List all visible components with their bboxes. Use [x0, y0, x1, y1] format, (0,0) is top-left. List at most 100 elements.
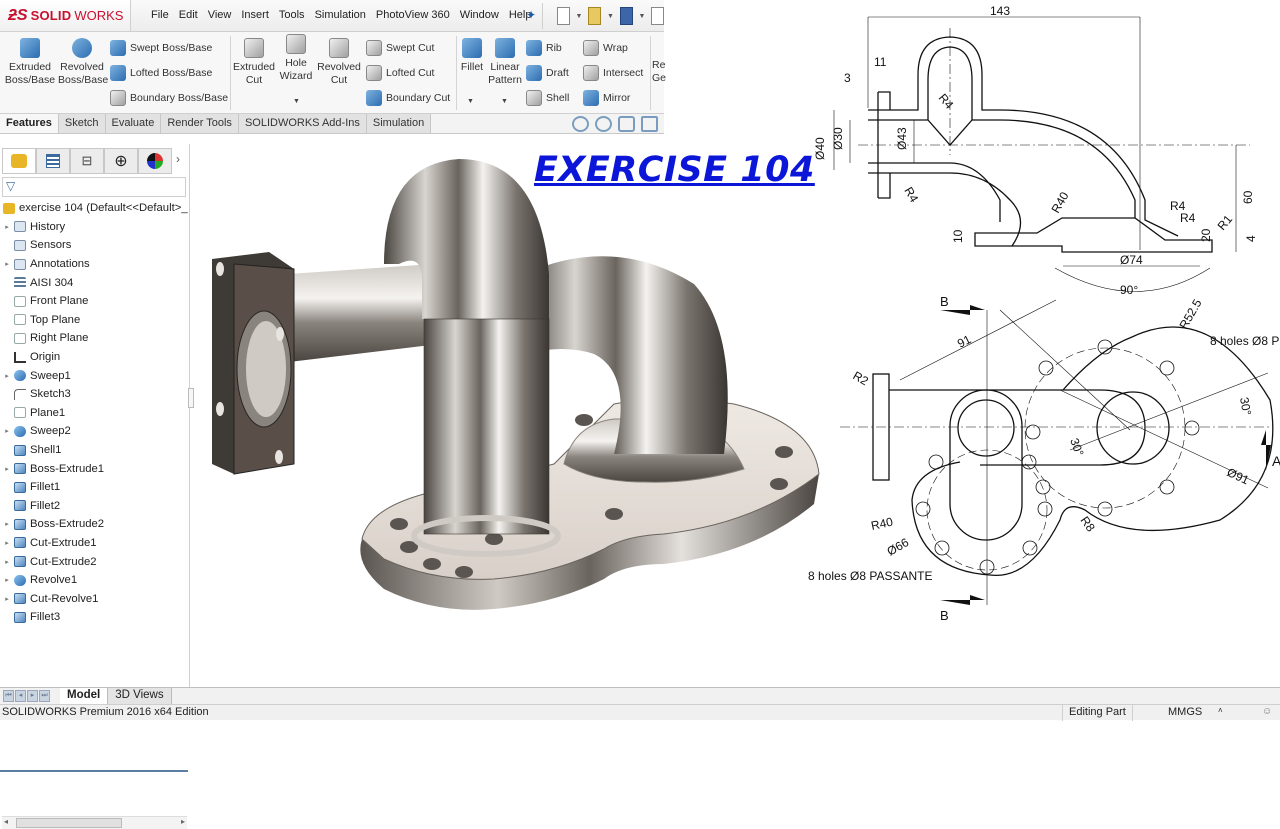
- tree-node-right-plane[interactable]: Right Plane: [0, 329, 188, 348]
- tree-node-history[interactable]: ▸ History: [0, 218, 188, 237]
- tree-node-cut-extrude1[interactable]: ▸ Cut-Extrude1: [0, 534, 188, 553]
- tree-node-annotations[interactable]: ▸ Annotations: [0, 255, 188, 274]
- lofted-cut-button[interactable]: Lofted Cut: [366, 65, 434, 81]
- print-icon[interactable]: [651, 7, 664, 25]
- swept-cut-button[interactable]: Swept Cut: [366, 40, 434, 56]
- section-view-icon[interactable]: [641, 116, 658, 132]
- tree-node-plane1[interactable]: Plane1: [0, 404, 188, 423]
- fillet-dropdown-icon[interactable]: ▼: [467, 98, 474, 105]
- menu-photoview[interactable]: PhotoView 360: [371, 9, 455, 21]
- intersect-button[interactable]: Intersect: [583, 65, 643, 81]
- extruded-boss-button[interactable]: Extruded Boss/Base: [4, 32, 56, 87]
- open-icon[interactable]: [588, 7, 602, 25]
- expand-arrow-icon[interactable]: ▸: [0, 223, 14, 231]
- expand-arrow-icon[interactable]: ▸: [0, 372, 14, 380]
- tab-solidworks-add-ins[interactable]: SOLIDWORKS Add-Ins: [238, 114, 367, 133]
- dimxpert-tab[interactable]: ⊕: [104, 148, 138, 174]
- hole-wizard-dropdown-icon[interactable]: ▼: [293, 98, 300, 105]
- wrap-button[interactable]: Wrap: [583, 40, 628, 56]
- save-dropdown-icon[interactable]: ▼: [639, 13, 646, 20]
- tab-render-tools[interactable]: Render Tools: [161, 114, 239, 133]
- first-tab-icon[interactable]: ⏮: [3, 690, 14, 702]
- tree-node-front-plane[interactable]: Front Plane: [0, 292, 188, 311]
- menu-tools[interactable]: Tools: [274, 9, 310, 21]
- expand-arrow-icon[interactable]: ▸: [0, 576, 14, 584]
- tree-node-sensors[interactable]: Sensors: [0, 236, 188, 255]
- tree-node-sweep2[interactable]: ▸ Sweep2: [0, 422, 188, 441]
- help-icon[interactable]: ☺: [1262, 706, 1272, 717]
- expand-arrow-icon[interactable]: ▸: [0, 539, 14, 547]
- new-dropdown-icon[interactable]: ▼: [576, 13, 583, 20]
- tab-simulation[interactable]: Simulation: [366, 114, 432, 133]
- expand-arrow-icon[interactable]: ▸: [0, 260, 14, 268]
- tab-sketch[interactable]: Sketch: [58, 114, 106, 133]
- scrollbar-thumb[interactable]: [16, 818, 122, 828]
- configuration-manager-tab[interactable]: ⊟: [70, 148, 104, 174]
- tree-node-revolve1[interactable]: ▸ Revolve1: [0, 571, 188, 590]
- save-icon[interactable]: [619, 7, 633, 25]
- tab-features[interactable]: Features: [0, 114, 59, 133]
- display-manager-tab[interactable]: [138, 148, 172, 174]
- solidworks-logo[interactable]: ƻS SOLID WORKS: [0, 0, 131, 32]
- linear-pattern-button[interactable]: Linear Pattern: [488, 32, 522, 87]
- zoom-to-area-icon[interactable]: [595, 116, 612, 132]
- menu-view[interactable]: View: [203, 9, 237, 21]
- open-dropdown-icon[interactable]: ▼: [607, 13, 614, 20]
- mirror-button[interactable]: Mirror: [583, 90, 630, 106]
- menu-file[interactable]: File: [146, 9, 174, 21]
- swept-boss-button[interactable]: Swept Boss/Base: [110, 40, 212, 56]
- more-tabs-arrow[interactable]: ›: [176, 152, 180, 166]
- unit-system-caret-icon[interactable]: ˄: [1218, 706, 1223, 715]
- expand-arrow-icon[interactable]: ▸: [0, 558, 14, 566]
- tree-node-origin[interactable]: Origin: [0, 348, 188, 367]
- rib-button[interactable]: Rib: [526, 40, 562, 56]
- tree-node-shell1[interactable]: Shell1: [0, 441, 188, 460]
- draft-button[interactable]: Draft: [526, 65, 569, 81]
- tab-evaluate[interactable]: Evaluate: [105, 114, 162, 133]
- property-manager-tab[interactable]: [36, 148, 70, 174]
- scroll-left-arrow[interactable]: ◂: [4, 817, 8, 826]
- boundary-cut-button[interactable]: Boundary Cut: [366, 90, 450, 106]
- tree-root-part[interactable]: exercise 104 (Default<<Default>_: [0, 199, 188, 218]
- tree-node-top-plane[interactable]: Top Plane: [0, 311, 188, 330]
- horizontal-scrollbar[interactable]: ◂ ▸: [2, 816, 187, 829]
- expand-arrow-icon[interactable]: ▸: [0, 520, 14, 528]
- fillet-button[interactable]: Fillet: [458, 32, 486, 74]
- next-tab-icon[interactable]: ▸: [27, 690, 38, 702]
- menu-window[interactable]: Window: [455, 9, 504, 21]
- prev-tab-icon[interactable]: ◂: [15, 690, 26, 702]
- hole-wizard-button[interactable]: Hole Wizard: [278, 28, 314, 83]
- expand-arrow-icon[interactable]: ▸: [0, 427, 14, 435]
- new-document-icon[interactable]: [557, 7, 570, 25]
- menu-insert[interactable]: Insert: [236, 9, 274, 21]
- feature-tree-tab[interactable]: [2, 148, 36, 174]
- revolved-cut-button[interactable]: Revolved Cut: [316, 32, 362, 87]
- tab-3d-views[interactable]: 3D Views: [108, 688, 172, 704]
- extruded-cut-button[interactable]: Extruded Cut: [232, 32, 276, 87]
- menu-simulation[interactable]: Simulation: [310, 9, 371, 21]
- rollback-bar[interactable]: [0, 770, 188, 772]
- tree-node-sweep1[interactable]: ▸ Sweep1: [0, 366, 188, 385]
- unit-system-selector[interactable]: MMGS: [1168, 706, 1202, 718]
- revolved-boss-button[interactable]: Revolved Boss/Base: [58, 32, 108, 87]
- boundary-boss-button[interactable]: Boundary Boss/Base: [110, 90, 228, 106]
- tree-node-boss-extrude1[interactable]: ▸ Boss-Extrude1: [0, 459, 188, 478]
- expand-arrow-icon[interactable]: ▸: [0, 465, 14, 473]
- reference-geometry-button[interactable]: Re Ge: [652, 59, 666, 85]
- tree-node-cut-revolve1[interactable]: ▸ Cut-Revolve1: [0, 589, 188, 608]
- pin-icon[interactable]: ✦: [526, 8, 536, 22]
- tree-node-boss-extrude2[interactable]: ▸ Boss-Extrude2: [0, 515, 188, 534]
- tree-node-aisi-304[interactable]: AISI 304: [0, 273, 188, 292]
- previous-view-icon[interactable]: [618, 116, 635, 132]
- last-tab-icon[interactable]: ⏭: [39, 690, 50, 702]
- zoom-to-fit-icon[interactable]: [572, 116, 589, 132]
- expand-arrow-icon[interactable]: ▸: [0, 595, 14, 603]
- scroll-right-arrow[interactable]: ▸: [181, 817, 185, 826]
- tree-node-fillet2[interactable]: Fillet2: [0, 497, 188, 516]
- tree-node-cut-extrude2[interactable]: ▸ Cut-Extrude2: [0, 552, 188, 571]
- menu-edit[interactable]: Edit: [174, 9, 203, 21]
- tree-node-fillet3[interactable]: Fillet3: [0, 608, 188, 627]
- lofted-boss-button[interactable]: Lofted Boss/Base: [110, 65, 212, 81]
- feature-filter-input[interactable]: ▽: [2, 177, 186, 197]
- tree-node-sketch3[interactable]: Sketch3: [0, 385, 188, 404]
